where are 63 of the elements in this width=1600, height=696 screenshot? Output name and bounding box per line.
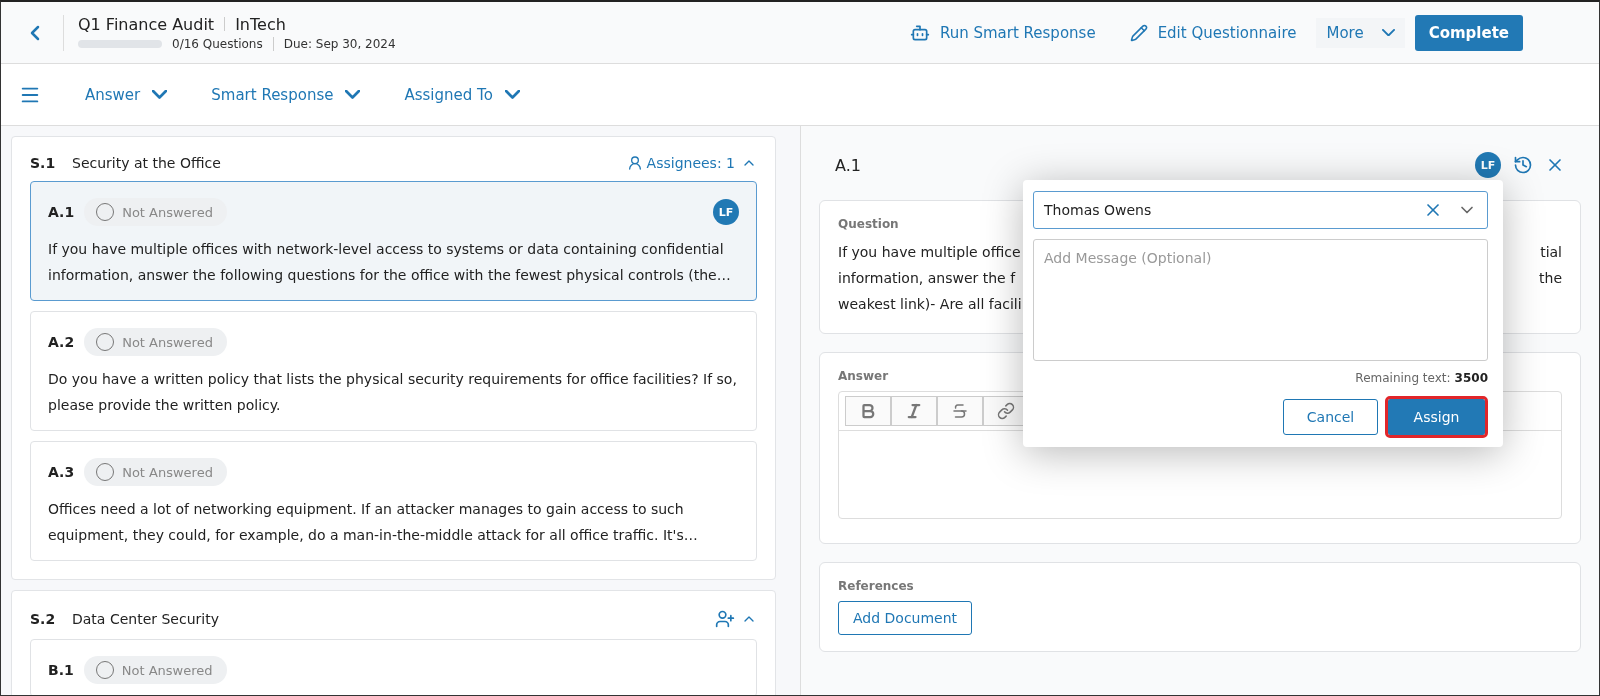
strikethrough-icon <box>951 402 969 420</box>
question-card[interactable]: A.2 Not Answered Do you have a written policy that lists the physical security requirements for office facilities? If so, please provide the written policy. <box>30 311 757 431</box>
message-field[interactable]: Add Message (Optional) <box>1033 239 1488 361</box>
question-number: B.1 <box>48 662 74 678</box>
format-button[interactable] <box>891 396 937 426</box>
history-icon[interactable] <box>1513 155 1533 175</box>
assignee-select[interactable]: Thomas Owens <box>1033 191 1488 229</box>
format-button[interactable] <box>937 396 983 426</box>
chevron-down-icon <box>504 90 520 99</box>
question-number: A.2 <box>48 334 75 350</box>
section-title: Security at the Office <box>72 155 221 171</box>
question-card[interactable] <box>30 181 757 301</box>
assignee-avatar: LF <box>713 199 739 225</box>
chevron-down-icon <box>1381 28 1395 37</box>
cancel-button[interactable]: Cancel <box>1283 399 1378 435</box>
filter-dropdown[interactable]: Answer <box>85 85 168 104</box>
question-card[interactable]: B.1 Not Answered <box>30 639 757 695</box>
filter-dropdown[interactable]: Smart Response <box>211 85 361 104</box>
references-label: References <box>838 579 914 593</box>
assignee-avatar[interactable]: LF <box>1475 152 1501 178</box>
question-number: A.1 <box>48 204 75 220</box>
due-date: Due: Sep 30, 2024 <box>283 36 396 51</box>
italic-icon <box>905 402 923 420</box>
question-text: information, answer the f <box>838 269 1016 288</box>
chevron-down-icon <box>152 90 168 99</box>
assignees-button[interactable]: Assignees: 1 <box>626 155 735 171</box>
question-text: weakest link)- Are all facili <box>838 295 1022 314</box>
question-text: If you have multiple offices with network-level access to systems or data containing confidential information, answer the following questions for the office with the fewest physical controls (the… <box>48 240 732 285</box>
bold-icon <box>859 402 877 420</box>
add-user-icon[interactable] <box>715 609 735 629</box>
question-number: A.3 <box>48 464 75 480</box>
question-number: A.1 <box>835 155 861 175</box>
status-badge: Not Answered <box>84 328 227 356</box>
section-number: S.2 <box>30 611 57 627</box>
user-icon <box>626 155 643 171</box>
remaining-text-count: 3500 <box>1454 371 1488 385</box>
assign-button[interactable]: Assign <box>1388 399 1485 435</box>
question-text: Do you have a written policy that lists the physical security requirements for office facilities? If so, please provide the written policy. <box>48 370 738 415</box>
status-badge: Not Answered <box>84 198 227 226</box>
answer-label: Answer <box>838 369 889 383</box>
edit-questionnaire-button[interactable]: Edit Questionnaire <box>1119 17 1307 48</box>
complete-button[interactable]: Complete <box>1414 14 1523 51</box>
more-dropdown[interactable]: More <box>1316 17 1405 48</box>
question-text: the <box>1539 269 1562 288</box>
question-text: If you have multiple office <box>838 243 1021 262</box>
add-document-button[interactable]: Add Document <box>838 601 973 635</box>
status-badge: Not Answered <box>83 656 227 684</box>
question-text: tial <box>1540 243 1562 262</box>
question-count: 0/16 Questions <box>172 36 263 51</box>
pencil-icon <box>1129 23 1148 42</box>
questionnaire-title: Q1 Finance Audit <box>78 14 215 34</box>
company-name: InTech <box>235 14 286 34</box>
question-label: Question <box>838 217 899 231</box>
link-icon <box>997 402 1015 420</box>
chevron-down-icon <box>345 90 361 99</box>
question-text: Offices need a lot of networking equipment. If an attacker manages to gain access to such equipment, they could, for example, do a man-in-the-middle attack for all office traffic. It's… <box>48 500 699 545</box>
format-button[interactable] <box>845 396 891 426</box>
section-number: S.1 <box>30 155 57 171</box>
status-badge: Not Answered <box>84 458 227 486</box>
remaining-text-label: Remaining text: <box>1355 371 1451 385</box>
section-title: Data Center Security <box>72 611 219 627</box>
filter-dropdown[interactable]: Assigned To <box>404 85 520 104</box>
run-smart-response-button[interactable]: Run Smart Response <box>899 16 1106 49</box>
